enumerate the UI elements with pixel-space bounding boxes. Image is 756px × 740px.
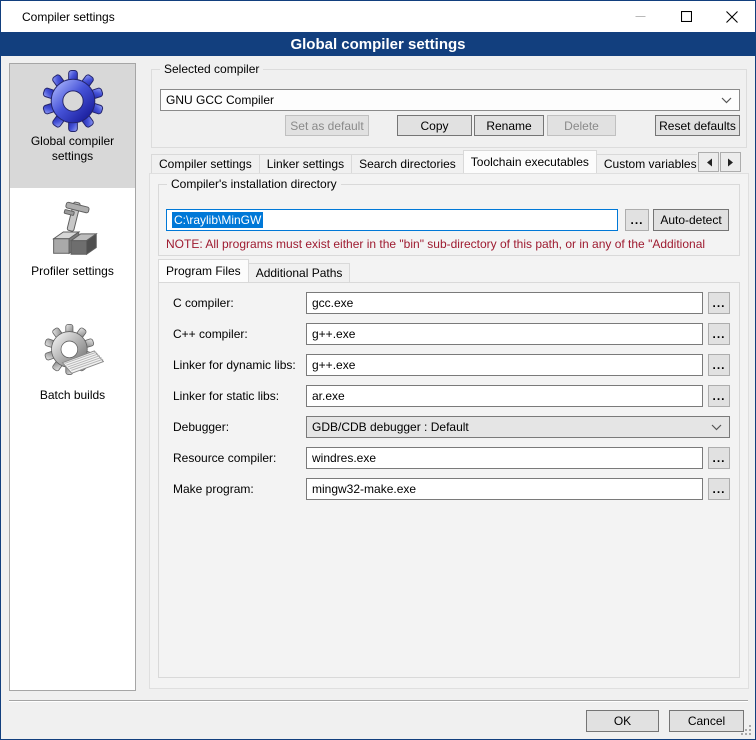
chevron-down-icon <box>721 97 732 104</box>
window-title: Compiler settings <box>1 10 115 24</box>
cancel-button[interactable]: Cancel <box>669 710 744 732</box>
selected-compiler-group-label: Selected compiler <box>160 62 263 77</box>
reset-defaults-button[interactable]: Reset defaults <box>655 115 740 136</box>
minimize-icon <box>635 11 646 22</box>
subtab-additional-paths[interactable]: Additional Paths <box>248 263 351 282</box>
sidebar-item-label: Profiler settings <box>10 264 135 279</box>
sidebar-item-batch-builds[interactable]: Batch builds <box>10 318 135 430</box>
cpp-compiler-browse-button[interactable]: ... <box>708 323 730 345</box>
minimize-button <box>617 1 663 32</box>
make-program-label: Make program: <box>173 482 254 497</box>
resource-compiler-value: windres.exe <box>312 451 376 465</box>
make-program-input[interactable]: mingw32-make.exe <box>306 478 703 500</box>
tab-scroll-left-button[interactable] <box>698 152 719 172</box>
gray-gear-paper-stack-icon <box>42 324 104 386</box>
tab-scroll-right-icon <box>727 158 735 167</box>
resize-grip-icon[interactable] <box>740 724 752 736</box>
tab-scroll-right-button[interactable] <box>720 152 741 172</box>
installation-directory-input[interactable]: C:\raylib\MinGW <box>166 209 618 231</box>
debugger-dropdown[interactable]: GDB/CDB debugger : Default <box>306 416 730 438</box>
set-as-default-button: Set as default <box>285 115 369 136</box>
rename-button[interactable]: Rename <box>474 115 544 136</box>
subtab-program-files[interactable]: Program Files <box>158 259 249 282</box>
selected-compiler-group: Selected compiler GNU GCC Compiler Set a… <box>151 69 747 148</box>
make-program-value: mingw32-make.exe <box>312 482 416 496</box>
banner-title: Global compiler settings <box>290 36 465 53</box>
cpp-compiler-label: C++ compiler: <box>173 327 248 342</box>
sidebar-item-label: Global compiler settings <box>10 134 135 164</box>
static-linker-value: ar.exe <box>312 389 345 403</box>
auto-detect-button[interactable]: Auto-detect <box>653 209 729 231</box>
close-button[interactable] <box>709 1 755 32</box>
close-icon <box>726 11 738 23</box>
sidebar-item-profiler-settings[interactable]: Profiler settings <box>10 194 135 306</box>
chevron-down-icon <box>711 424 722 431</box>
static-linker-browse-button[interactable]: ... <box>708 385 730 407</box>
cpp-compiler-value: g++.exe <box>312 327 355 341</box>
title-bar: Compiler settings <box>1 1 755 32</box>
settings-category-list: Global compiler settings <box>9 63 136 691</box>
 <box>158 237 740 260</box>
c-compiler-input[interactable]: gcc.exe <box>306 292 703 314</box>
debugger-value: GDB/CDB debugger : Default <box>312 420 469 434</box>
browse-directory-button[interactable]: ... <box>625 209 649 231</box>
caliper-cubes-icon <box>42 200 104 262</box>
debugger-label: Debugger: <box>173 420 229 435</box>
resource-compiler-browse-button[interactable]: ... <box>708 447 730 469</box>
c-compiler-value: gcc.exe <box>312 296 353 310</box>
dynamic-linker-value: g++.exe <box>312 358 355 372</box>
selected-compiler-dropdown[interactable]: GNU GCC Compiler <box>160 89 740 111</box>
program-files-panel: C compiler: gcc.exe ... C++ compiler: g+… <box>158 282 740 678</box>
tab-linker-settings[interactable]: Linker settings <box>259 154 352 173</box>
ok-button[interactable]: OK <box>586 710 659 732</box>
cpp-compiler-input[interactable]: g++.exe <box>306 323 703 345</box>
maximize-icon <box>681 11 692 22</box>
resource-compiler-input[interactable]: windres.exe <box>306 447 703 469</box>
installation-directory-value: C:\raylib\MinGW <box>172 212 263 228</box>
footer-divider <box>9 700 748 702</box>
caption-buttons <box>617 1 755 32</box>
maximize-button[interactable] <box>663 1 709 32</box>
toolchain-executables-page: Compiler's installation directory C:\ray… <box>149 173 749 689</box>
dialog-banner: Global compiler settings <box>1 32 755 56</box>
tab-compiler-settings[interactable]: Compiler settings <box>151 154 260 173</box>
make-program-browse-button[interactable]: ... <box>708 478 730 500</box>
blue-gear-icon <box>42 70 104 132</box>
selected-compiler-value: GNU GCC Compiler <box>166 93 274 107</box>
installation-directory-group-label: Compiler's installation directory <box>167 177 341 192</box>
copy-button[interactable]: Copy <box>397 115 472 136</box>
dynamic-linker-input[interactable]: g++.exe <box>306 354 703 376</box>
program-files-tab-strip: Program Files Additional Paths <box>158 259 740 282</box>
dynamic-linker-label: Linker for dynamic libs: <box>173 358 296 373</box>
dynamic-linker-browse-button[interactable]: ... <box>708 354 730 376</box>
static-linker-input[interactable]: ar.exe <box>306 385 703 407</box>
tab-search-directories[interactable]: Search directories <box>351 154 464 173</box>
resource-compiler-label: Resource compiler: <box>173 451 276 466</box>
compiler-settings-dialog: Compiler settings Global compiler settin… <box>0 0 756 740</box>
main-tab-strip: Compiler settings Linker settings Search… <box>151 150 697 173</box>
sidebar-item-label: Batch builds <box>10 388 135 403</box>
tab-scroll-left-icon <box>705 158 713 167</box>
delete-button: Delete <box>547 115 616 136</box>
static-linker-label: Linker for static libs: <box>173 389 279 404</box>
c-compiler-label: C compiler: <box>173 296 234 311</box>
tab-toolchain-executables[interactable]: Toolchain executables <box>463 150 597 173</box>
sidebar-item-global-compiler-settings[interactable]: Global compiler settings <box>10 64 135 188</box>
tab-scroll-buttons <box>698 152 741 172</box>
c-compiler-browse-button[interactable]: ... <box>708 292 730 314</box>
tab-custom-variables[interactable]: Custom variables <box>596 154 697 173</box>
